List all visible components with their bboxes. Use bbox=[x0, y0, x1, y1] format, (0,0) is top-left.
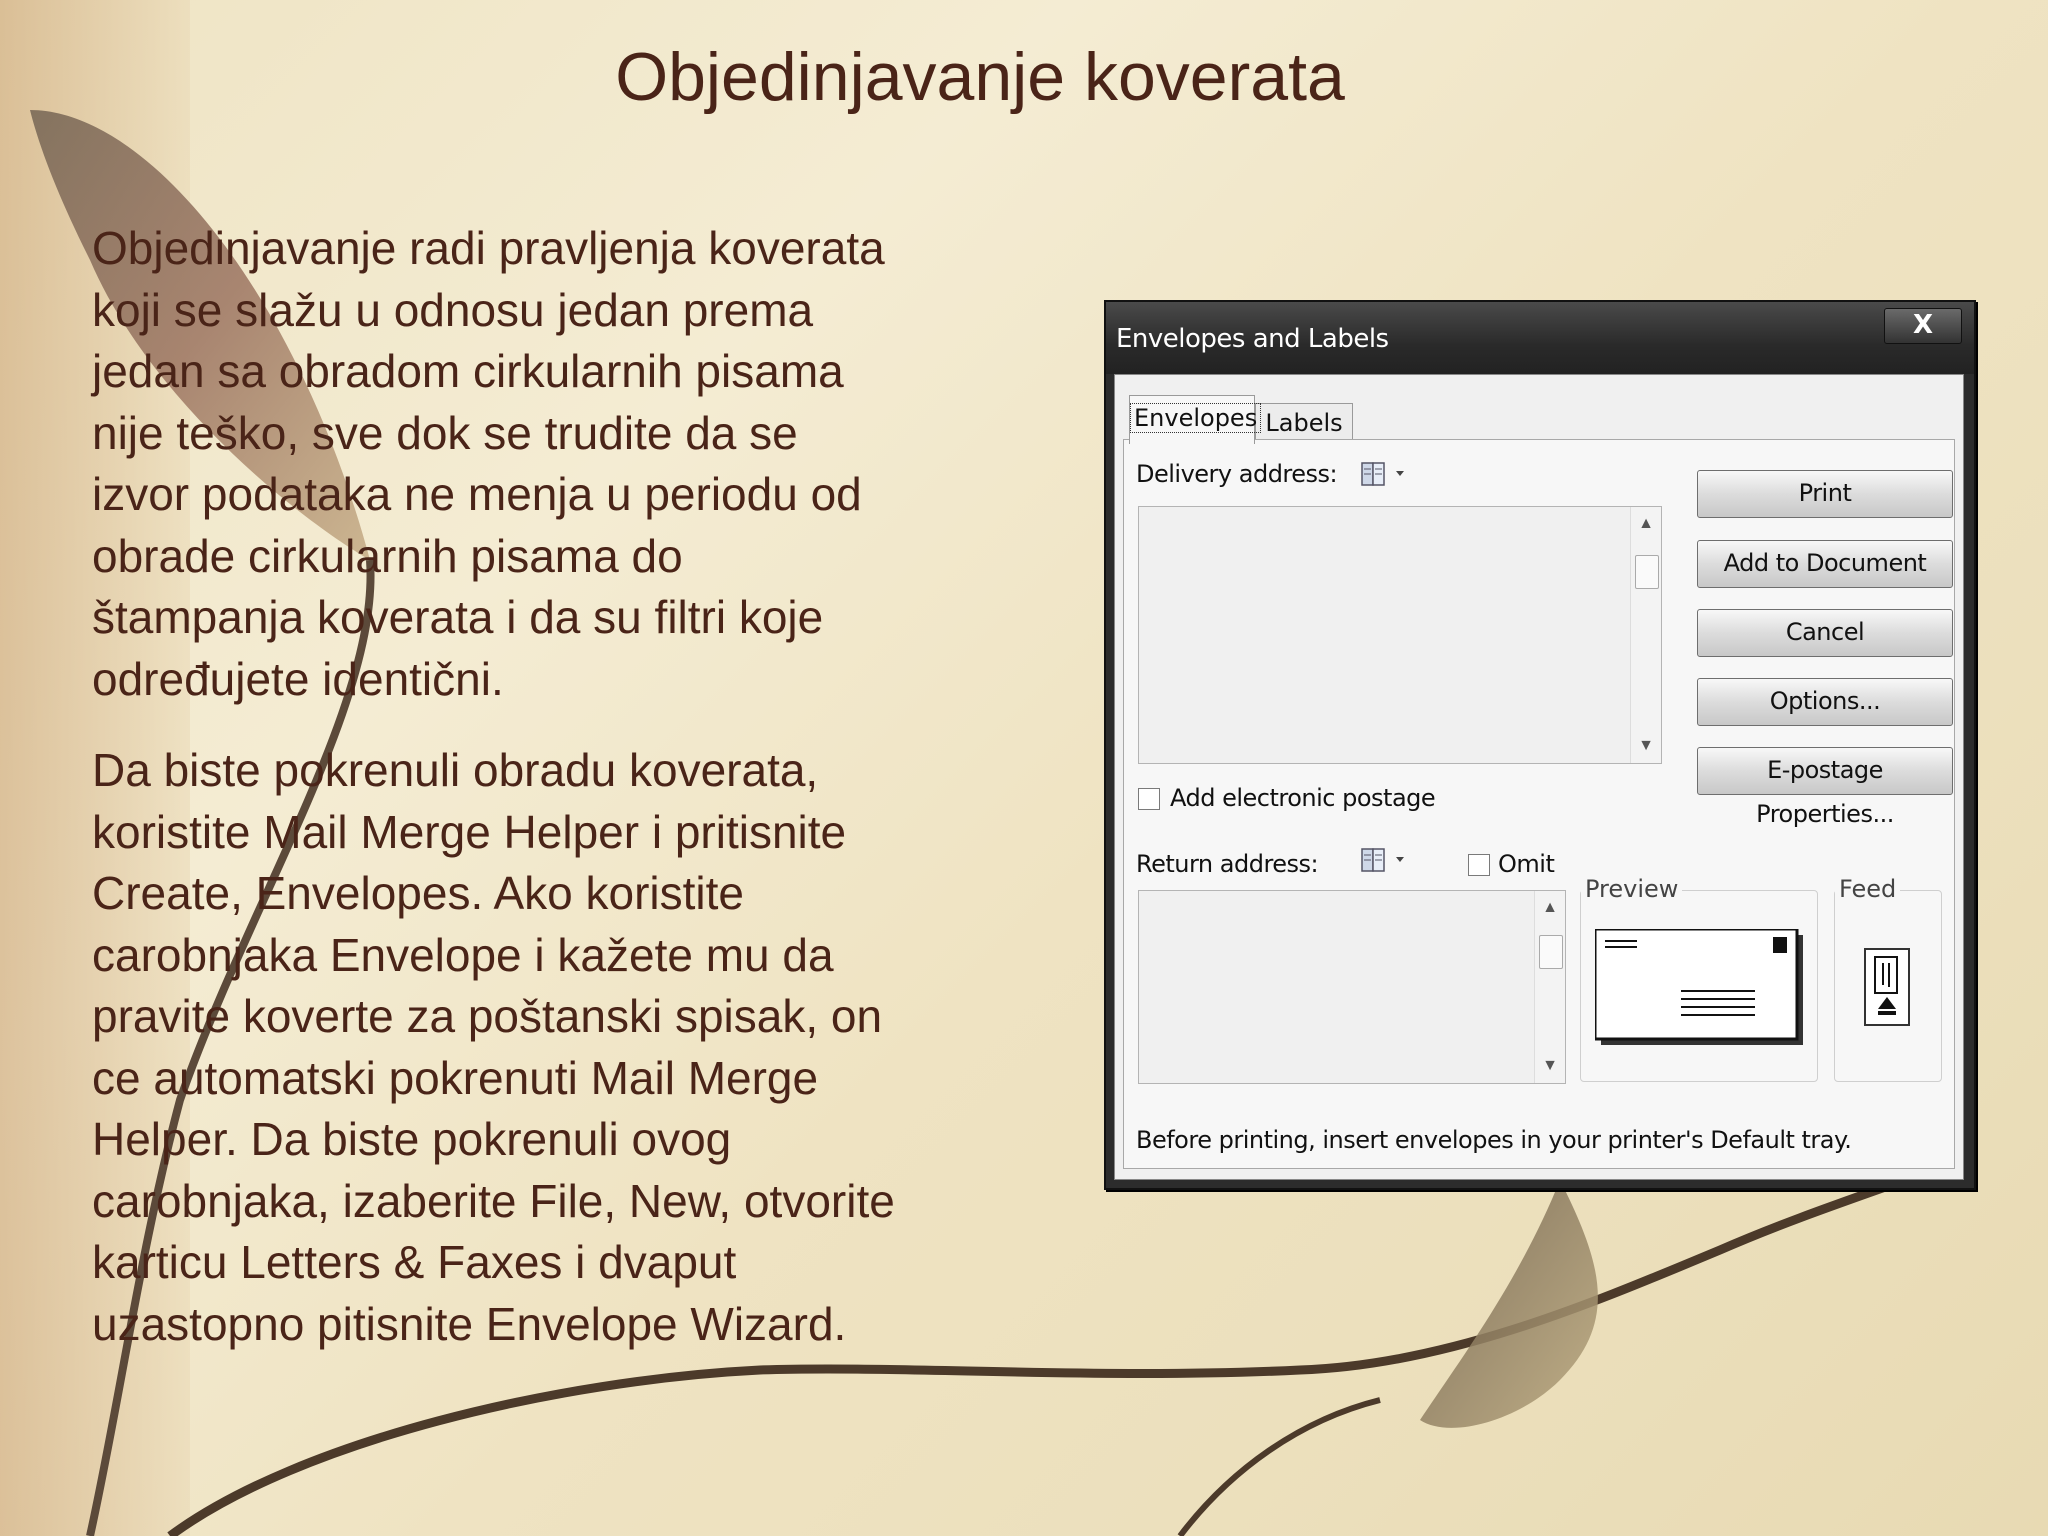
options-button[interactable]: Options... bbox=[1697, 678, 1953, 726]
scroll-up-icon[interactable]: ▲ bbox=[1631, 515, 1661, 533]
add-electronic-postage-checkbox[interactable] bbox=[1138, 788, 1160, 810]
footer-note: Before printing, insert envelopes in you… bbox=[1136, 1126, 1852, 1154]
chevron-down-icon bbox=[1396, 857, 1404, 862]
dialog-titlebar[interactable]: Envelopes and Labels X bbox=[1106, 302, 1974, 374]
feed-label: Feed bbox=[1835, 875, 1901, 903]
epostage-properties-button[interactable]: E-postage Properties... bbox=[1697, 747, 1953, 828]
return-address-label: Return address: bbox=[1136, 850, 1319, 878]
tab-labels[interactable]: Labels bbox=[1255, 403, 1353, 442]
slide-body: Objedinjavanje radi pravljenja koverata … bbox=[92, 218, 1012, 1385]
dialog-title: Envelopes and Labels bbox=[1116, 324, 1389, 354]
feed-group: Feed bbox=[1834, 875, 1942, 1082]
paragraph-1: Objedinjavanje radi pravljenja koverata … bbox=[92, 222, 885, 705]
return-address-input[interactable]: ▲ ▼ bbox=[1138, 890, 1566, 1084]
envelopes-tab-panel: Delivery address: ▲ ▼ Add electronic pos… bbox=[1123, 439, 1955, 1169]
cancel-button[interactable]: Cancel bbox=[1697, 609, 1953, 657]
scroll-down-icon[interactable]: ▼ bbox=[1535, 1057, 1565, 1075]
scroll-thumb[interactable] bbox=[1635, 555, 1659, 589]
preview-group: Preview bbox=[1580, 875, 1818, 1082]
scroll-thumb[interactable] bbox=[1539, 935, 1563, 969]
tab-envelopes-label: Envelopes bbox=[1130, 403, 1262, 433]
address-book-icon[interactable] bbox=[1360, 460, 1414, 490]
envelopes-and-labels-dialog: Envelopes and Labels X Envelopes Labels … bbox=[1104, 300, 1976, 1190]
envelope-preview-icon[interactable] bbox=[1595, 929, 1807, 1047]
print-button[interactable]: Print bbox=[1697, 470, 1953, 518]
scroll-down-icon[interactable]: ▼ bbox=[1631, 737, 1661, 755]
scroll-up-icon[interactable]: ▲ bbox=[1535, 899, 1565, 917]
close-button[interactable]: X bbox=[1884, 308, 1962, 344]
chevron-down-icon bbox=[1396, 471, 1404, 476]
add-electronic-postage-label: Add electronic postage bbox=[1170, 784, 1436, 812]
add-to-document-button[interactable]: Add to Document bbox=[1697, 540, 1953, 588]
omit-label: Omit bbox=[1498, 850, 1555, 878]
preview-label: Preview bbox=[1581, 875, 1683, 903]
delivery-scrollbar[interactable]: ▲ ▼ bbox=[1630, 507, 1661, 763]
return-scrollbar[interactable]: ▲ ▼ bbox=[1534, 891, 1565, 1083]
return-address-book-icon[interactable] bbox=[1360, 846, 1414, 876]
tab-envelopes[interactable]: Envelopes bbox=[1129, 395, 1262, 444]
delivery-address-input[interactable]: ▲ ▼ bbox=[1138, 506, 1662, 764]
slide-title: Objedinjavanje koverata bbox=[615, 39, 1345, 115]
omit-checkbox[interactable] bbox=[1468, 854, 1490, 876]
envelope-feed-icon[interactable] bbox=[1861, 947, 1913, 1027]
delivery-address-label: Delivery address: bbox=[1136, 460, 1338, 488]
dialog-client-area: Envelopes Labels Delivery address: ▲ ▼ A… bbox=[1114, 374, 1964, 1180]
paragraph-2: Da biste pokrenuli obradu koverata, kori… bbox=[92, 744, 895, 1350]
